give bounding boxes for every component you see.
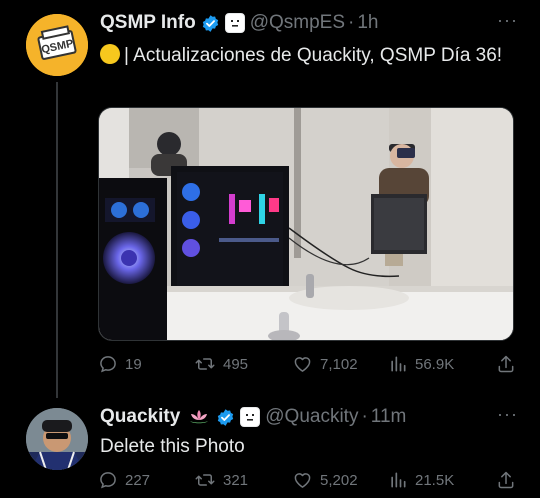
tweet-header: QSMP Info @QsmpES · 1h — [100, 12, 379, 34]
reply-icon — [100, 356, 116, 373]
handle[interactable]: @QsmpES — [250, 12, 345, 34]
tweet-text: Delete this Photo — [100, 436, 245, 457]
blocky-face-badge-icon — [224, 13, 245, 33]
reply-button[interactable]: 227 — [98, 470, 150, 490]
more-icon[interactable]: ··· — [497, 404, 518, 425]
repost-button[interactable]: 321 — [194, 470, 248, 490]
share-icon — [498, 355, 514, 373]
display-name[interactable]: Quackity — [100, 406, 180, 428]
reply-button[interactable]: 19 — [98, 354, 142, 374]
yellow-circle-emoji-icon — [100, 44, 120, 64]
tweet-actions: 19 495 7,102 56.9K — [98, 354, 518, 378]
like-icon — [294, 473, 311, 488]
views-icon — [391, 356, 406, 372]
tweet-photo[interactable] — [98, 107, 514, 341]
avatar-quackity[interactable] — [26, 408, 88, 470]
share-button[interactable] — [496, 354, 523, 374]
like-count: 5,202 — [320, 471, 358, 489]
reply-count: 19 — [125, 355, 142, 373]
separator-dot: · — [348, 12, 355, 33]
views-icon — [391, 472, 406, 488]
like-button[interactable]: 7,102 — [292, 354, 358, 374]
repost-button[interactable]: 495 — [194, 354, 248, 374]
tweet-actions: 227 321 5,202 21.5K — [98, 470, 518, 494]
tweet-text: | Actualizaciones de Quackity, QSMP Día … — [100, 43, 520, 69]
separator-dot: · — [361, 406, 368, 427]
views-count: 56.9K — [415, 355, 455, 373]
more-icon[interactable]: ··· — [497, 10, 518, 31]
verified-icon — [216, 408, 235, 427]
tweet-header: Quackity @Quackity · 11m — [100, 406, 406, 428]
share-button[interactable] — [496, 470, 523, 490]
share-icon — [498, 471, 514, 489]
timestamp[interactable]: 11m — [371, 406, 407, 428]
bathroom-mirror-photo — [99, 108, 513, 340]
reply-count: 227 — [125, 471, 151, 489]
views-button[interactable]: 56.9K — [388, 354, 454, 374]
avatar-qsmp-info[interactable]: QSMP — [26, 14, 88, 76]
like-count: 7,102 — [320, 355, 358, 373]
lotus-icon — [187, 407, 211, 427]
repost-icon — [195, 474, 215, 486]
repost-count: 495 — [223, 355, 249, 373]
reply-icon — [100, 472, 116, 489]
blocky-face-badge-icon — [240, 407, 261, 427]
handle[interactable]: @Quackity — [265, 406, 358, 428]
timestamp[interactable]: 1h — [357, 12, 378, 34]
quackity-avatar-photo — [26, 408, 88, 470]
qsmp-logo-icon: QSMP — [26, 14, 88, 76]
display-name[interactable]: QSMP Info — [100, 12, 196, 34]
views-count: 21.5K — [415, 471, 455, 489]
tweet-text-content: | Actualizaciones de Quackity, QSMP Día … — [124, 45, 503, 66]
like-button[interactable]: 5,202 — [292, 470, 358, 490]
repost-icon — [195, 358, 215, 370]
like-icon — [294, 357, 311, 372]
views-button[interactable]: 21.5K — [388, 470, 454, 490]
repost-count: 321 — [223, 471, 249, 489]
verified-icon — [201, 14, 220, 33]
